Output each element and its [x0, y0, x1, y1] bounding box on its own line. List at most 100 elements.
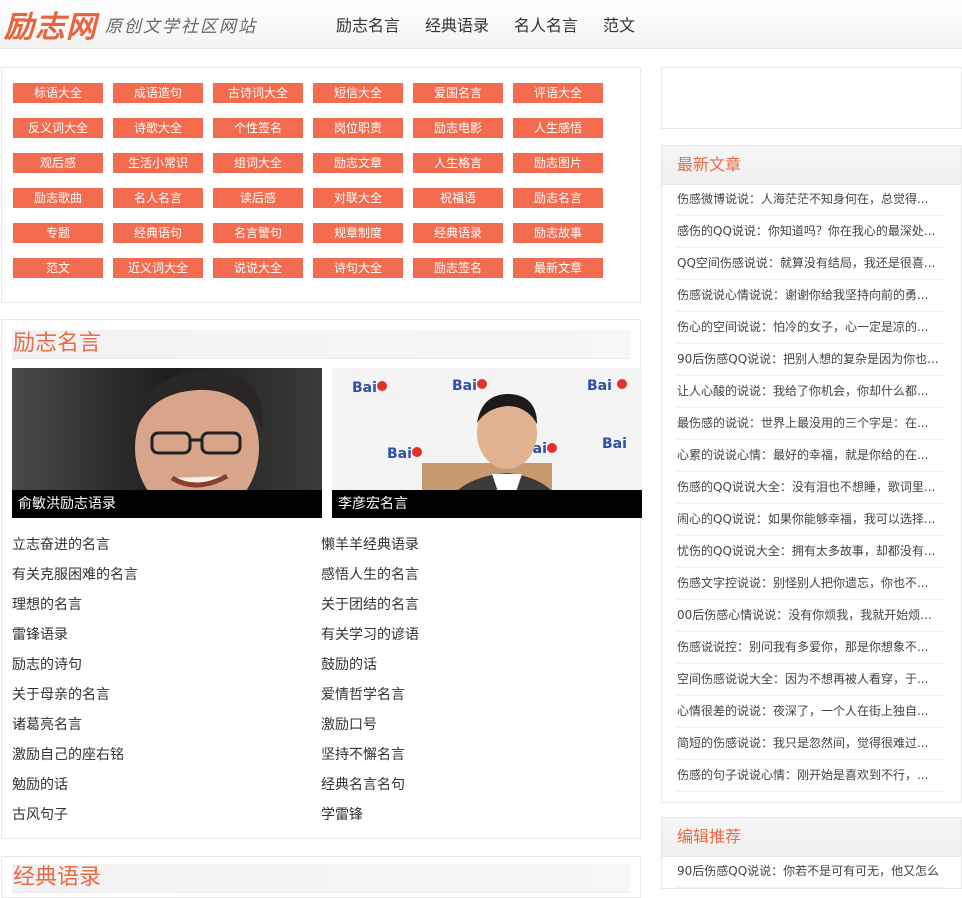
photo-card-yu-minhong[interactable]: 俞敏洪励志语录: [12, 368, 322, 518]
category-tag[interactable]: 人生感悟: [513, 118, 603, 138]
quote-link[interactable]: 经典名言名句: [321, 770, 630, 800]
category-tag[interactable]: 古诗词大全: [213, 83, 303, 103]
latest-article-link[interactable]: 伤感说说控：别问我有多爱你，那是你想象不...: [677, 632, 945, 664]
svg-text:Bai: Bai: [387, 446, 412, 462]
category-tag[interactable]: 励志签名: [413, 258, 503, 278]
sidebar-title: 最新文章: [677, 155, 742, 174]
category-tag[interactable]: 近义词大全: [113, 258, 203, 278]
quotes-section: 励志名言 俞敏洪励志语录 Bai Bai Bai Bai Bai Bai 李彦宏…: [1, 319, 642, 839]
latest-article-link[interactable]: 伤心的空间说说：怕冷的女子，心一定是凉的...: [677, 312, 945, 344]
category-tag[interactable]: 励志歌曲: [13, 188, 103, 208]
latest-article-link[interactable]: QQ空间伤感说说：就算没有结局，我还是很喜...: [677, 248, 945, 280]
latest-articles-panel: 最新文章 伤感微博说说：人海茫茫不知身何在，总觉得... 感伤的QQ说说：你知道吗…: [661, 145, 962, 803]
category-tag[interactable]: 对联大全: [313, 188, 403, 208]
nav-item-classic[interactable]: 经典语录: [425, 12, 489, 36]
category-tag[interactable]: 标语大全: [13, 83, 103, 103]
category-tag[interactable]: 生活小常识: [113, 153, 203, 173]
category-tag[interactable]: 范文: [13, 258, 103, 278]
quote-link[interactable]: 学雷锋: [321, 800, 630, 830]
quote-link[interactable]: 勉励的话: [12, 770, 321, 800]
svg-text:Bai: Bai: [452, 378, 477, 394]
quote-link[interactable]: 雷锋语录: [12, 620, 321, 650]
category-tag[interactable]: 成语造句: [113, 83, 203, 103]
quote-link[interactable]: 励志的诗句: [12, 650, 321, 680]
latest-article-link[interactable]: 伤感说说心情说说：谢谢你给我坚持向前的勇...: [677, 280, 945, 312]
nav-item-quotes[interactable]: 励志名言: [336, 12, 400, 36]
quote-link[interactable]: 立志奋进的名言: [12, 530, 321, 560]
tag-grid: 标语大全 成语造句 古诗词大全 短信大全 爱国名言 评语大全反义词大全 诗歌大全 个性签名 岗位…: [13, 83, 633, 278]
quote-link[interactable]: 有关学习的谚语: [321, 620, 630, 650]
svg-text:Bai: Bai: [602, 436, 627, 452]
quote-link[interactable]: 爱情哲学名言: [321, 680, 630, 710]
category-tag[interactable]: 读后感: [213, 188, 303, 208]
quote-link[interactable]: 理想的名言: [12, 590, 321, 620]
quote-link[interactable]: 诸葛亮名言: [12, 710, 321, 740]
category-tag[interactable]: 励志故事: [513, 223, 603, 243]
section-title: 励志名言: [13, 331, 102, 356]
section-header: 励志名言: [12, 330, 630, 359]
photo-card-li-yanhong[interactable]: Bai Bai Bai Bai Bai Bai 李彦宏名言: [332, 368, 642, 518]
editor-pick-link[interactable]: 90后伤感QQ说说：你若不是可有可无，他又怎么: [677, 856, 945, 888]
category-tag[interactable]: 观后感: [13, 153, 103, 173]
quote-link[interactable]: 关于团结的名言: [321, 590, 630, 620]
latest-article-link[interactable]: 让人心酸的说说：我给了你机会，你却什么都...: [677, 376, 945, 408]
quote-link[interactable]: 有关克服困难的名言: [12, 560, 321, 590]
category-tag[interactable]: 评语大全: [513, 83, 603, 103]
latest-article-link[interactable]: 感伤的QQ说说：你知道吗？你在我心的最深处...: [677, 216, 945, 248]
quote-link[interactable]: 古风句子: [12, 800, 321, 830]
category-tag[interactable]: 短信大全: [313, 83, 403, 103]
quote-link[interactable]: 感悟人生的名言: [321, 560, 630, 590]
nav-item-famous[interactable]: 名人名言: [514, 12, 578, 36]
latest-article-link[interactable]: 最伤感的说说：世界上最没用的三个字是：在...: [677, 408, 945, 440]
latest-article-link[interactable]: 伤感微博说说：人海茫茫不知身何在，总觉得...: [677, 184, 945, 216]
category-tag[interactable]: 规章制度: [313, 223, 403, 243]
quote-link[interactable]: 鼓励的话: [321, 650, 630, 680]
nav-item-essays[interactable]: 范文: [603, 12, 635, 36]
category-tag[interactable]: 名言警句: [213, 223, 303, 243]
quote-link[interactable]: 关于母亲的名言: [12, 680, 321, 710]
quote-link[interactable]: 懒羊羊经典语录: [321, 530, 630, 560]
section-header: 经典语录: [12, 864, 630, 893]
category-tag[interactable]: 诗歌大全: [113, 118, 203, 138]
category-tag[interactable]: 组词大全: [213, 153, 303, 173]
category-tag[interactable]: 名人名言: [113, 188, 203, 208]
latest-articles-list: 伤感微博说说：人海茫茫不知身何在，总觉得... 感伤的QQ说说：你知道吗？你在我心…: [677, 184, 945, 792]
latest-article-link[interactable]: 忧伤的QQ说说大全：拥有太多故事，却都没有...: [677, 536, 945, 568]
category-tag[interactable]: 专题: [13, 223, 103, 243]
latest-article-link[interactable]: 心累的说说心情：最好的幸福，就是你给的在...: [677, 440, 945, 472]
category-tag[interactable]: 励志名言: [513, 188, 603, 208]
category-tag[interactable]: 励志图片: [513, 153, 603, 173]
latest-article-link[interactable]: 伤感的句子说说心情：刚开始是喜欢到不行，...: [677, 760, 945, 792]
logo-main-text: 励志网: [4, 10, 97, 45]
category-tag[interactable]: 个性签名: [213, 118, 303, 138]
latest-article-link[interactable]: 90后伤感QQ说说：把别人想的复杂是因为你也...: [677, 344, 945, 376]
category-tag[interactable]: 诗句大全: [313, 258, 403, 278]
tag-panel: 标语大全 成语造句 古诗词大全 短信大全 爱国名言 评语大全反义词大全 诗歌大全 个性签名 岗位…: [1, 67, 641, 303]
category-tag[interactable]: 励志文章: [313, 153, 403, 173]
category-tag[interactable]: 爱国名言: [413, 83, 503, 103]
editor-picks-panel: 编辑推荐 90后伤感QQ说说：你若不是可有可无，他又怎么: [661, 817, 962, 889]
quote-link[interactable]: 激励自己的座右铭: [12, 740, 321, 770]
category-tag[interactable]: 经典语录: [413, 223, 503, 243]
category-tag[interactable]: 岗位职责: [313, 118, 403, 138]
category-tag[interactable]: 最新文章: [513, 258, 603, 278]
category-tag[interactable]: 人生格言: [413, 153, 503, 173]
quote-link[interactable]: 激励口号: [321, 710, 630, 740]
site-logo[interactable]: 励志网 原创文学社区网站: [4, 4, 257, 45]
category-tag[interactable]: 祝福语: [413, 188, 503, 208]
latest-article-link[interactable]: 伤感文字控说说：别怪别人把你遗忘，你也不...: [677, 568, 945, 600]
latest-article-link[interactable]: 闹心的QQ说说：如果你能够幸福，我可以选择...: [677, 504, 945, 536]
quote-link[interactable]: 坚持不懈名言: [321, 740, 630, 770]
main-nav: 励志名言 经典语录 名人名言 范文: [336, 0, 660, 48]
latest-article-link[interactable]: 心情很差的说说：夜深了，一个人在街上独自...: [677, 696, 945, 728]
latest-article-link[interactable]: 伤感的QQ说说大全：没有泪也不想睡，歌词里...: [677, 472, 945, 504]
quote-link-grid: 立志奋进的名言 懒羊羊经典语录 有关克服困难的名言 感悟人生的名言 理想的名言 关于团结的…: [12, 530, 630, 830]
latest-article-link[interactable]: 空间伤感说说大全：因为不想再被人看穿，于...: [677, 664, 945, 696]
category-tag[interactable]: 经典语句: [113, 223, 203, 243]
svg-text:Bai: Bai: [352, 380, 377, 396]
category-tag[interactable]: 反义词大全: [13, 118, 103, 138]
category-tag[interactable]: 说说大全: [213, 258, 303, 278]
latest-article-link[interactable]: 00后伤感心情说说：没有你烦我，我就开始烦...: [677, 600, 945, 632]
latest-article-link[interactable]: 简短的伤感说说：我只是忽然间，觉得很难过...: [677, 728, 945, 760]
category-tag[interactable]: 励志电影: [413, 118, 503, 138]
